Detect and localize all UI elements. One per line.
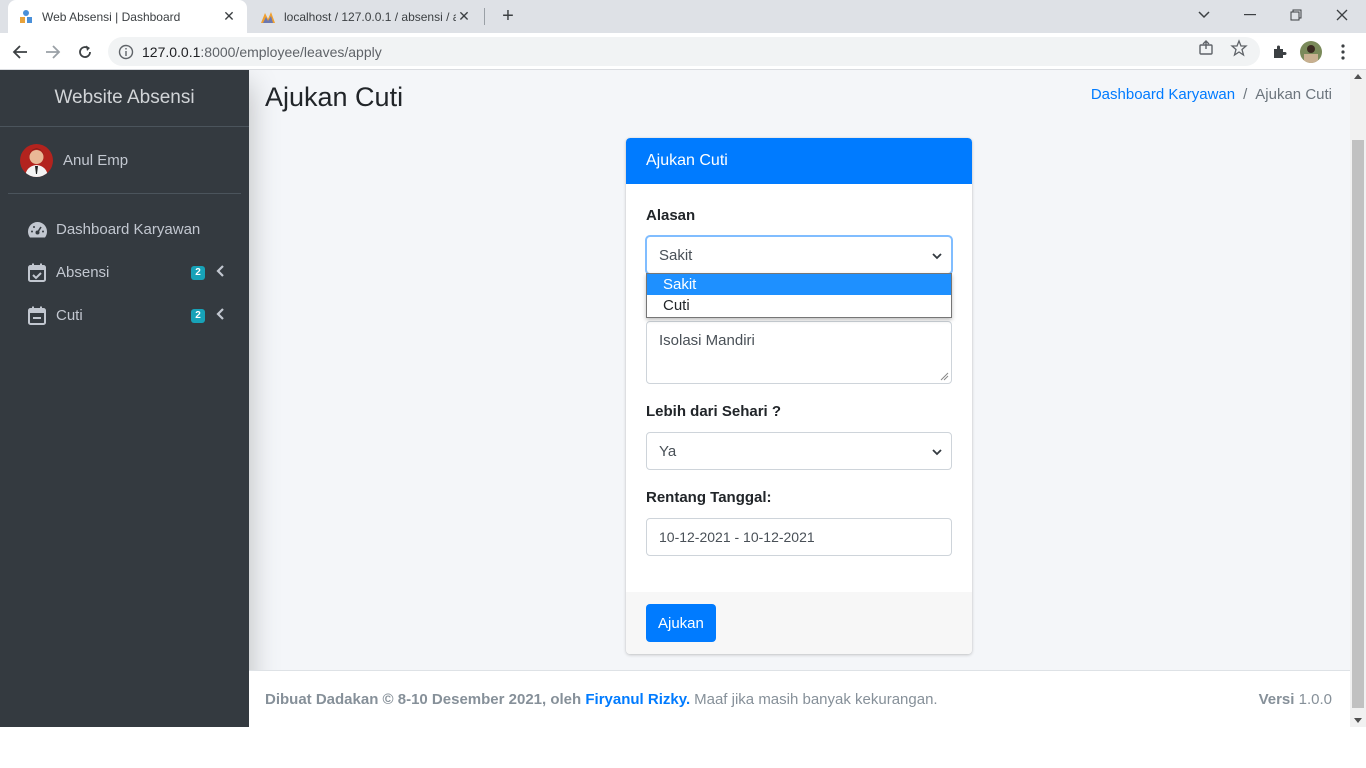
chevron-down-icon <box>932 253 942 260</box>
description-value: Isolasi Mandiri <box>659 332 755 349</box>
sidebar-item-label: Dashboard Karyawan <box>56 221 201 238</box>
dropdown-option-sakit[interactable]: Sakit <box>647 274 951 295</box>
phpmyadmin-favicon-icon <box>261 11 275 23</box>
minimize-icon[interactable] <box>1227 0 1273 30</box>
user-panel: Anul Emp <box>8 127 241 194</box>
resize-grip-icon[interactable] <box>940 372 949 381</box>
page-scrollbar[interactable] <box>1350 70 1366 727</box>
footer-message: Maaf jika masih banyak kekurangan. <box>694 690 938 708</box>
site-info-icon[interactable] <box>118 44 134 60</box>
breadcrumb-separator: / <box>1243 86 1248 103</box>
sidebar-item-dashboard[interactable]: Dashboard Karyawan <box>8 208 241 251</box>
count-badge: 2 <box>191 266 205 280</box>
reason-select[interactable]: Sakit <box>646 236 952 274</box>
reload-icon[interactable] <box>71 38 99 66</box>
scroll-down-icon[interactable] <box>1354 718 1362 723</box>
calendar-minus-icon <box>26 305 48 327</box>
breadcrumb-home-link[interactable]: Dashboard Karyawan <box>1091 86 1235 103</box>
card-title: Ajukan Cuti <box>626 138 972 184</box>
chevron-down-icon <box>932 449 942 456</box>
address-bar[interactable]: 127.0.0.1:8000/employee/leaves/apply <box>108 37 1260 66</box>
browser-toolbar: 127.0.0.1:8000/employee/leaves/apply <box>0 33 1366 70</box>
sidebar-item-label: Cuti <box>56 307 83 324</box>
tab-title: Web Absensi | Dashboard <box>42 9 181 24</box>
reason-select-value: Sakit <box>659 246 693 264</box>
page-footer: Dibuat Dadakan © 8-10 Desember 2021, ole… <box>249 670 1350 727</box>
sidebar-nav: Dashboard Karyawan Absensi 2 Cuti 2 <box>8 208 241 337</box>
user-avatar <box>20 143 53 177</box>
leave-form-card: Ajukan Cuti Alasan Sakit Isolasi Mandiri… <box>626 138 972 654</box>
site-favicon-icon <box>20 9 32 23</box>
share-icon[interactable] <box>1197 39 1215 57</box>
date-range-label: Rentang Tanggal: <box>646 489 772 506</box>
browser-tabstrip: Web Absensi | Dashboard ✕ localhost / 12… <box>0 0 1366 33</box>
date-range-value: 10-12-2021 - 10-12-2021 <box>659 529 815 545</box>
tab-close-icon[interactable]: ✕ <box>456 8 472 25</box>
forward-icon[interactable] <box>39 38 67 66</box>
close-window-icon[interactable] <box>1319 0 1365 30</box>
back-icon[interactable] <box>6 38 34 66</box>
bookmark-star-icon[interactable] <box>1230 39 1248 57</box>
sidebar-item-absensi[interactable]: Absensi 2 <box>8 251 241 294</box>
chevron-left-icon <box>216 265 224 277</box>
sidebar: Website Absensi Anul Emp Dashboard Karya… <box>0 70 249 727</box>
version-value: 1.0.0 <box>1298 690 1332 708</box>
tab-title: localhost / 127.0.0.1 / absensi / a <box>284 9 456 24</box>
tab-search-icon[interactable] <box>1181 0 1227 30</box>
page-viewport: Website Absensi Anul Emp Dashboard Karya… <box>0 70 1366 727</box>
tachometer-icon <box>26 219 48 241</box>
content-wrapper: Ajukan Cuti Dashboard Karyawan / Ajukan … <box>249 70 1350 727</box>
footer-author-link[interactable]: Firyanul Rizky. <box>585 691 690 708</box>
submit-button[interactable]: Ajukan <box>646 604 716 642</box>
calendar-check-icon <box>26 262 48 284</box>
user-name[interactable]: Anul Emp <box>63 152 128 169</box>
chevron-left-icon <box>216 308 224 320</box>
count-badge: 2 <box>191 309 205 323</box>
sidebar-item-cuti[interactable]: Cuti 2 <box>8 294 241 337</box>
breadcrumb: Dashboard Karyawan / Ajukan Cuti <box>1091 86 1332 103</box>
description-textarea[interactable]: Isolasi Mandiri <box>646 321 952 384</box>
tab-close-icon[interactable]: ✕ <box>221 8 237 25</box>
browser-tab-active[interactable]: Web Absensi | Dashboard ✕ <box>8 0 247 33</box>
url-host: 127.0.0.1 <box>142 43 201 60</box>
restore-icon[interactable] <box>1273 0 1319 30</box>
card-body: Alasan Sakit Isolasi Mandiri Lebih dari … <box>626 184 972 592</box>
sidebar-item-label: Absensi <box>56 264 110 281</box>
reason-label: Alasan <box>646 207 696 224</box>
browser-menu-icon[interactable] <box>1333 42 1353 62</box>
scroll-up-icon[interactable] <box>1354 74 1362 79</box>
browser-tab-inactive[interactable]: localhost / 127.0.0.1 / absensi / a ✕ <box>250 0 482 33</box>
multi-day-select[interactable]: Ya <box>646 432 952 470</box>
url-path: :8000/employee/leaves/apply <box>200 43 382 60</box>
profile-avatar-icon[interactable] <box>1300 41 1322 63</box>
extensions-icon[interactable] <box>1269 42 1289 62</box>
tab-separator <box>484 8 485 25</box>
page-title: Ajukan Cuti <box>265 82 404 112</box>
footer-version: Versi 1.0.0 <box>1259 691 1332 708</box>
multi-day-label: Lebih dari Sehari ? <box>646 403 782 420</box>
date-range-input[interactable]: 10-12-2021 - 10-12-2021 <box>646 518 952 556</box>
multi-day-select-value: Ya <box>659 442 677 460</box>
version-label: Versi <box>1258 690 1295 708</box>
reason-dropdown-list: Sakit Cuti <box>646 273 952 318</box>
new-tab-icon[interactable]: + <box>497 5 519 27</box>
scrollbar-thumb[interactable] <box>1352 140 1364 708</box>
brand-link[interactable]: Website Absensi <box>0 70 249 127</box>
breadcrumb-current: Ajukan Cuti <box>1255 86 1332 103</box>
dropdown-option-cuti[interactable]: Cuti <box>647 295 951 316</box>
card-footer: Ajukan <box>626 592 972 654</box>
footer-credit: Dibuat Dadakan © 8-10 Desember 2021, ole… <box>265 690 582 708</box>
